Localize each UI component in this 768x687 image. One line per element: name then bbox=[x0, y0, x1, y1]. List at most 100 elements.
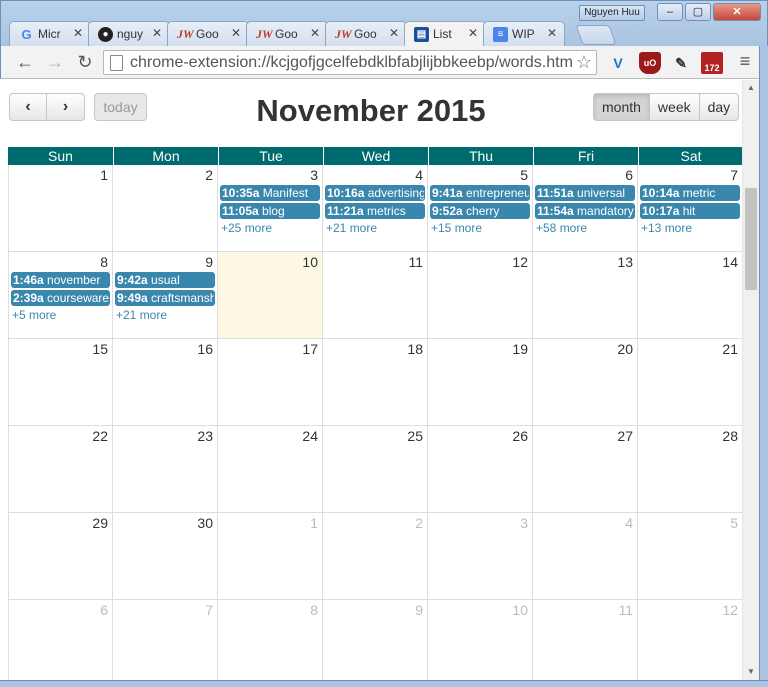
day-cell[interactable]: 11 bbox=[323, 252, 428, 339]
day-number[interactable]: 24 bbox=[302, 428, 318, 444]
day-cell[interactable]: 27 bbox=[533, 426, 638, 513]
scroll-down-arrow-icon[interactable]: ▼ bbox=[743, 664, 759, 680]
tab-close-icon[interactable]: ✕ bbox=[547, 26, 557, 40]
day-number[interactable]: 7 bbox=[730, 167, 738, 183]
day-cell[interactable]: 3 10:35a Manifest 11:05a blog +25 more bbox=[218, 165, 323, 252]
view-week-button[interactable]: week bbox=[649, 93, 700, 121]
more-events-link[interactable]: +58 more bbox=[535, 221, 635, 235]
ublock-icon[interactable]: uO bbox=[639, 52, 661, 74]
day-cell[interactable]: 22 bbox=[8, 426, 113, 513]
day-number[interactable]: 4 bbox=[415, 167, 423, 183]
day-cell[interactable]: 4 bbox=[533, 513, 638, 600]
more-events-link[interactable]: +13 more bbox=[640, 221, 740, 235]
day-number[interactable]: 12 bbox=[512, 254, 528, 270]
day-number[interactable]: 3 bbox=[310, 167, 318, 183]
event-chip[interactable]: 10:14a metric bbox=[640, 185, 740, 201]
day-cell[interactable]: 7 10:14a metric 10:17a hit +13 more bbox=[638, 165, 743, 252]
day-cell[interactable]: 17 bbox=[218, 339, 323, 426]
day-number[interactable]: 14 bbox=[722, 254, 738, 270]
day-cell[interactable]: 5 9:41a entrepreneur 9:52a cherry +15 more bbox=[428, 165, 533, 252]
day-cell[interactable]: 1 bbox=[218, 513, 323, 600]
day-cell[interactable]: 29 bbox=[8, 513, 113, 600]
day-number[interactable]: 25 bbox=[407, 428, 423, 444]
day-number[interactable]: 16 bbox=[197, 341, 213, 357]
chrome-menu-icon[interactable]: ≡ bbox=[735, 51, 755, 73]
day-number[interactable]: 21 bbox=[722, 341, 738, 357]
scroll-up-arrow-icon[interactable]: ▲ bbox=[743, 80, 759, 96]
prev-button[interactable]: ‹ bbox=[9, 93, 47, 121]
profile-badge[interactable]: Nguyen Huu bbox=[579, 5, 645, 21]
event-chip[interactable]: 10:17a hit bbox=[640, 203, 740, 219]
reload-icon[interactable]: ↻ bbox=[73, 50, 97, 74]
day-number[interactable]: 20 bbox=[617, 341, 633, 357]
day-number[interactable]: 2 bbox=[205, 167, 213, 183]
more-events-link[interactable]: +21 more bbox=[115, 308, 215, 322]
day-cell[interactable]: 26 bbox=[428, 426, 533, 513]
day-number[interactable]: 17 bbox=[302, 341, 318, 357]
day-number[interactable]: 8 bbox=[310, 602, 318, 618]
day-cell[interactable]: 8 bbox=[218, 600, 323, 687]
day-cell[interactable]: 21 bbox=[638, 339, 743, 426]
save-extension-icon[interactable]: 172 bbox=[701, 52, 723, 74]
day-cell[interactable]: 25 bbox=[323, 426, 428, 513]
event-chip[interactable]: 10:35a Manifest bbox=[220, 185, 320, 201]
event-chip[interactable]: 2:39a courseware bbox=[11, 290, 110, 306]
day-cell[interactable]: 2 bbox=[323, 513, 428, 600]
day-cell[interactable]: 23 bbox=[113, 426, 218, 513]
day-cell[interactable]: 16 bbox=[113, 339, 218, 426]
day-cell[interactable]: 19 bbox=[428, 339, 533, 426]
day-number[interactable]: 6 bbox=[625, 167, 633, 183]
day-cell[interactable]: 11 bbox=[533, 600, 638, 687]
day-number[interactable]: 9 bbox=[205, 254, 213, 270]
day-number[interactable]: 30 bbox=[197, 515, 213, 531]
view-month-button[interactable]: month bbox=[593, 93, 650, 121]
day-number[interactable]: 3 bbox=[520, 515, 528, 531]
day-cell[interactable]: 28 bbox=[638, 426, 743, 513]
url-text[interactable]: chrome-extension://kcjgofjgcelfebdklbfab… bbox=[130, 54, 574, 72]
day-number[interactable]: 5 bbox=[730, 515, 738, 531]
address-bar[interactable]: chrome-extension://kcjgofjgcelfebdklbfab… bbox=[103, 50, 597, 75]
day-number[interactable]: 8 bbox=[100, 254, 108, 270]
tab-goo-3[interactable]: JW Goo ✕ bbox=[325, 21, 407, 47]
tab-close-icon[interactable]: ✕ bbox=[152, 26, 162, 40]
tab-close-icon[interactable]: ✕ bbox=[310, 26, 320, 40]
day-cell[interactable]: 2 bbox=[113, 165, 218, 252]
event-chip[interactable]: 9:41a entrepreneur bbox=[430, 185, 530, 201]
more-events-link[interactable]: +5 more bbox=[11, 308, 110, 322]
day-number[interactable]: 22 bbox=[92, 428, 108, 444]
day-cell[interactable]: 18 bbox=[323, 339, 428, 426]
event-chip[interactable]: 11:05a blog bbox=[220, 203, 320, 219]
day-number[interactable]: 15 bbox=[92, 341, 108, 357]
event-chip[interactable]: 11:21a metrics bbox=[325, 203, 425, 219]
day-number[interactable]: 11 bbox=[618, 602, 633, 618]
bookmark-star-icon[interactable]: ☆ bbox=[576, 52, 592, 73]
view-day-button[interactable]: day bbox=[699, 93, 740, 121]
tab-goo-1[interactable]: JW Goo ✕ bbox=[167, 21, 249, 47]
day-cell[interactable]: 13 bbox=[533, 252, 638, 339]
day-cell[interactable]: 5 bbox=[638, 513, 743, 600]
day-number[interactable]: 12 bbox=[722, 602, 738, 618]
extension-feather-icon[interactable]: ✎ bbox=[670, 52, 692, 74]
tab-close-icon[interactable]: ✕ bbox=[468, 26, 478, 40]
more-events-link[interactable]: +15 more bbox=[430, 221, 530, 235]
extension-v-icon[interactable]: V bbox=[607, 52, 629, 74]
more-events-link[interactable]: +25 more bbox=[220, 221, 320, 235]
more-events-link[interactable]: +21 more bbox=[325, 221, 425, 235]
tab-close-icon[interactable]: ✕ bbox=[231, 26, 241, 40]
event-chip[interactable]: 9:52a cherry bbox=[430, 203, 530, 219]
day-cell[interactable]: 12 bbox=[428, 252, 533, 339]
day-number[interactable]: 10 bbox=[302, 254, 318, 270]
back-arrow-icon[interactable]: ← bbox=[13, 50, 37, 74]
day-cell[interactable]: 7 bbox=[113, 600, 218, 687]
day-cell[interactable]: 6 bbox=[8, 600, 113, 687]
day-number[interactable]: 23 bbox=[197, 428, 213, 444]
minimize-button[interactable]: ‒ bbox=[657, 3, 683, 21]
day-number[interactable]: 29 bbox=[92, 515, 108, 531]
day-number[interactable]: 26 bbox=[512, 428, 528, 444]
day-number[interactable]: 11 bbox=[408, 254, 423, 270]
tab-close-icon[interactable]: ✕ bbox=[389, 26, 399, 40]
tab-list-active[interactable]: ▤ List ✕ bbox=[404, 21, 486, 48]
day-cell[interactable]: 24 bbox=[218, 426, 323, 513]
day-number[interactable]: 1 bbox=[100, 167, 108, 183]
day-number[interactable]: 10 bbox=[512, 602, 528, 618]
